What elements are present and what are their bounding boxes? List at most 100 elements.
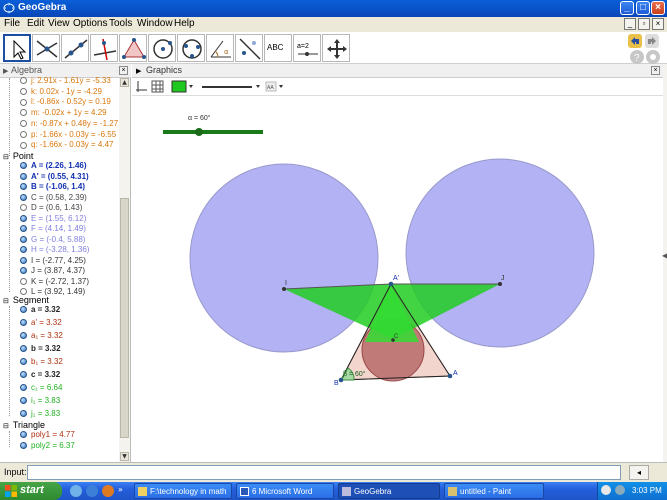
start-button[interactable]: start [0,482,62,500]
visibility-toggle-icon[interactable] [20,214,27,222]
point-group-header[interactable]: ⊟ Point [3,151,33,161]
point-B[interactable] [338,377,344,383]
gear-icon[interactable] [646,50,660,64]
minimize-button[interactable]: _ [620,1,634,15]
segment-item[interactable]: a = 3.32 [20,305,120,317]
tray-icon-2[interactable] [615,485,625,495]
slider-knob[interactable] [195,128,203,136]
menu-edit[interactable]: Edit [27,18,44,29]
help-icon[interactable]: ? [630,50,644,64]
collapse-arrow-icon[interactable]: ▶ [3,67,8,75]
left-circle[interactable] [189,163,379,353]
menu-options[interactable]: Options [73,18,107,29]
overflow-chevron-icon[interactable]: » [118,485,123,494]
axes-toggle-icon[interactable] [136,81,147,92]
visibility-toggle-icon[interactable] [20,277,27,285]
angle-tool-button[interactable]: α [206,34,234,62]
circle-tool-button[interactable] [148,34,176,62]
menu-window[interactable]: Window [137,18,173,29]
visibility-toggle-icon[interactable] [20,77,27,85]
move-view-tool-button[interactable] [322,34,350,62]
internet-explorer-icon[interactable] [86,485,98,497]
ellipse-tool-button[interactable] [177,34,205,62]
visibility-toggle-icon[interactable] [20,441,27,449]
visibility-toggle-icon[interactable] [20,306,27,314]
visibility-toggle-icon[interactable] [20,98,27,106]
triangle-group-header[interactable]: ⊟ Triangle [3,420,45,430]
segment-item[interactable]: a₁ = 3.32 [20,331,120,343]
visibility-toggle-icon[interactable] [20,431,27,439]
visibility-toggle-icon[interactable] [20,319,27,327]
line-style-button[interactable] [202,85,260,88]
polygon-tool-button[interactable] [119,34,147,62]
visibility-toggle-icon[interactable] [20,162,27,170]
quick-launch-icon[interactable] [70,485,82,497]
right-circle[interactable] [405,158,595,348]
visibility-toggle-icon[interactable] [20,332,27,340]
visibility-toggle-icon[interactable] [20,109,27,117]
scroll-thumb[interactable] [120,198,129,438]
line-tool-button[interactable] [61,34,89,62]
perpendicular-tool-button[interactable] [90,34,118,62]
triangle-item[interactable]: poly2 = 6.37 [20,441,120,453]
point-A[interactable] [447,373,453,379]
visibility-toggle-icon[interactable] [20,267,27,275]
visibility-toggle-icon[interactable] [20,130,27,138]
visibility-toggle-icon[interactable] [20,384,27,392]
redo-button[interactable] [645,34,659,48]
doc-minimize-button[interactable]: _ [624,18,636,30]
expand-arrow-icon[interactable]: ◀ [662,251,667,260]
visibility-toggle-icon[interactable] [20,371,27,379]
tray-icon-1[interactable] [601,485,611,495]
visibility-toggle-icon[interactable] [20,225,27,233]
visibility-toggle-icon[interactable] [20,246,27,254]
algebra-scrollbar[interactable]: ▲ ▼ [119,78,130,462]
segment-item[interactable]: i₁ = 3.83 [20,396,120,408]
visibility-toggle-icon[interactable] [20,120,27,128]
visibility-toggle-icon[interactable] [20,88,27,96]
grid-toggle-icon[interactable] [151,80,164,93]
line-item[interactable]: q: -1.66x - 0.03y = 4.47 [20,140,120,152]
point-J[interactable] [498,282,502,286]
menu-file[interactable]: File [4,18,20,29]
visibility-toggle-icon[interactable] [20,204,27,212]
visibility-toggle-icon[interactable] [20,345,27,353]
task-paint[interactable]: untitled - Paint [444,483,544,499]
visibility-toggle-icon[interactable] [20,410,27,418]
undo-button[interactable] [628,34,642,48]
point-Aprime[interactable] [388,281,394,287]
maximize-button[interactable]: □ [636,1,650,15]
reflect-tool-button[interactable] [235,34,263,62]
visibility-toggle-icon[interactable] [20,183,27,191]
doc-restore-button[interactable]: ▫ [638,18,650,30]
segment-group-header[interactable]: ⊟ Segment [3,295,49,305]
slider-tool-button[interactable]: a=2 [293,34,321,62]
visibility-toggle-icon[interactable] [20,193,27,201]
task-geogebra[interactable]: GeoGebra [338,483,440,499]
visibility-toggle-icon[interactable] [20,235,27,243]
menu-tools[interactable]: Tools [109,18,132,29]
visibility-toggle-icon[interactable] [20,256,27,264]
collapse-arrow-icon[interactable]: ▶ [136,67,141,75]
segment-item[interactable]: b₁ = 3.32 [20,357,120,369]
segment-item[interactable]: c₁ = 6.64 [20,383,120,395]
geometry-canvas[interactable]: α = 60° β = 60° B A A' I J C [132,96,663,462]
color-picker-button[interactable] [171,80,193,93]
menu-view[interactable]: View [48,18,70,29]
input-help-button[interactable]: ◂ [629,465,649,480]
label-style-button[interactable]: AA [265,81,283,92]
intersect-tool-button[interactable] [32,34,60,62]
segment-item[interactable]: a' = 3.32 [20,318,120,330]
close-graphics-view-button[interactable]: × [651,66,660,75]
scroll-up-arrow-icon[interactable]: ▲ [120,78,129,87]
segment-item[interactable]: b = 3.32 [20,344,120,356]
visibility-toggle-icon[interactable] [20,358,27,366]
close-button[interactable]: × [651,1,665,15]
visibility-toggle-icon[interactable] [20,141,27,149]
task-word[interactable]: 6 Microsoft Word [236,483,334,499]
visibility-toggle-icon[interactable] [20,172,27,180]
doc-close-button[interactable]: × [652,18,664,30]
task-folder[interactable]: F:\technology in math [134,483,232,499]
point-I[interactable] [282,287,286,291]
firefox-icon[interactable] [102,485,114,497]
